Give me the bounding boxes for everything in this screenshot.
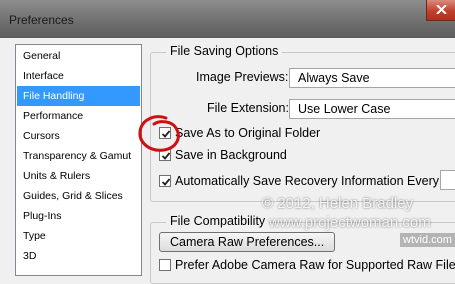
file-extension-label: File Extension:: [207, 101, 289, 115]
file-saving-options-legend: File Saving Options: [166, 44, 283, 58]
prefer-acr-checkbox[interactable]: [159, 259, 171, 271]
camera-raw-preferences-button[interactable]: Camera Raw Preferences...: [159, 232, 336, 252]
nav-item-transparency-gamut[interactable]: Transparency & Gamut: [17, 146, 140, 166]
nav-item-interface[interactable]: Interface: [17, 66, 140, 86]
file-extension-select[interactable]: Use Lower Case: [289, 99, 455, 119]
file-compatibility-legend: File Compatibility: [166, 214, 270, 228]
nav-item-units-rulers[interactable]: Units & Rulers: [17, 166, 140, 186]
title-bar: Preferences: [0, 0, 455, 38]
close-button[interactable]: [426, 0, 455, 21]
save-original-folder-label: Save As to Original Folder: [175, 126, 321, 140]
close-icon: [436, 5, 447, 14]
watermark-copyright: © 2012, Helen Bradley: [262, 195, 414, 212]
prefer-acr-label: Prefer Adobe Camera Raw for Supported Ra…: [175, 258, 455, 272]
nav-item-plug-ins[interactable]: Plug-Ins: [17, 206, 140, 226]
recovery-interval-select[interactable]: [440, 170, 455, 190]
nav-item-3d[interactable]: 3D: [17, 246, 140, 266]
nav-item-type[interactable]: Type: [17, 226, 140, 246]
save-background-label: Save in Background: [175, 148, 287, 162]
nav-item-cursors[interactable]: Cursors: [17, 126, 140, 146]
nav-item-file-handling[interactable]: File Handling: [17, 86, 140, 106]
preferences-nav-list: General Interface File Handling Performa…: [15, 44, 142, 276]
nav-item-guides-grid-slices[interactable]: Guides, Grid & Slices: [17, 186, 140, 206]
nav-item-general[interactable]: General: [17, 46, 140, 66]
auto-save-recovery-label: Automatically Save Recovery Information …: [175, 174, 443, 188]
annotation-circle: [138, 115, 180, 152]
nav-item-performance[interactable]: Performance: [17, 106, 140, 126]
watermark-site: www.projectwoman.com: [269, 214, 431, 231]
window-title: Preferences: [9, 13, 74, 27]
image-previews-label: Image Previews:: [196, 70, 289, 84]
checkmark-icon: [161, 178, 171, 186]
image-previews-select[interactable]: Always Save: [289, 68, 455, 88]
auto-save-recovery-checkbox[interactable]: [159, 175, 171, 187]
watermark-logo: wtvid.com: [400, 233, 455, 247]
